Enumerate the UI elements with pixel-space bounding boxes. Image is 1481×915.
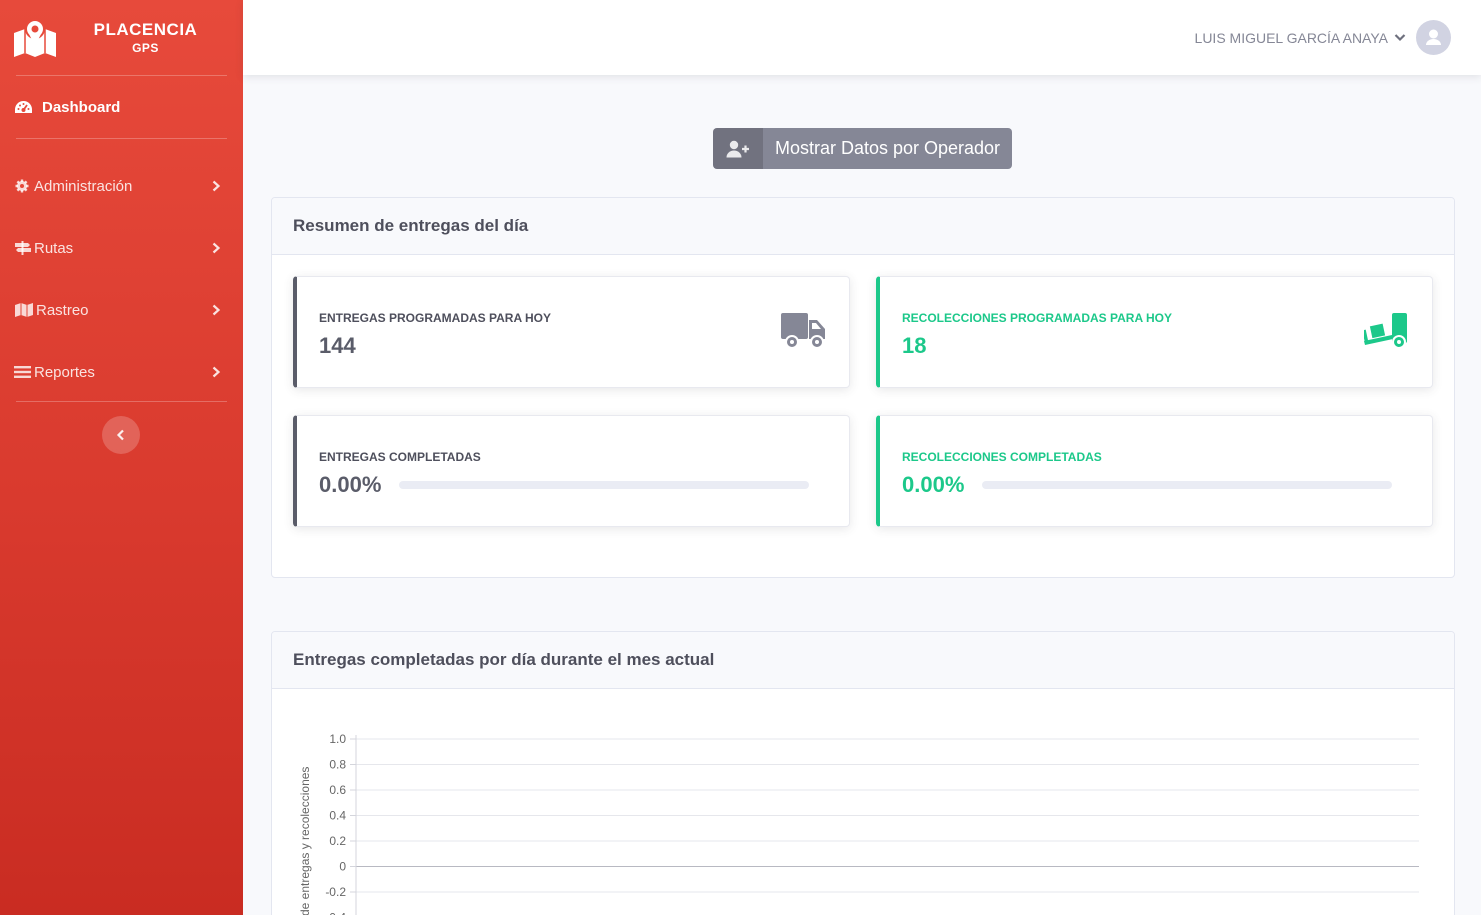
signs-icon	[15, 241, 31, 255]
sidebar-item-rastreo[interactable]: Rastreo	[0, 279, 243, 341]
y-tick-label: -0.2	[325, 885, 346, 899]
sidebar-item-reportes[interactable]: Reportes	[0, 341, 243, 403]
button-label: Mostrar Datos por Operador	[774, 138, 1001, 158]
sidebar-item-label: Administración	[34, 177, 133, 195]
line-chart: 1.0 0.8 0.6 0.4 0.2 0 -0.2 -0.4 de entregas y re…	[298, 732, 1419, 915]
sidebar-divider	[16, 401, 227, 402]
sidebar-item-label: Rastreo	[36, 301, 89, 319]
chevron-right-icon	[212, 366, 221, 378]
card-title: Resumen de entregas del día	[272, 198, 1454, 255]
chart-card: Entregas completadas por día durante el …	[271, 631, 1455, 915]
chevron-right-icon	[212, 304, 221, 316]
sidebar-item-administracion[interactable]: Administración	[0, 155, 243, 217]
brand-subtitle: GPS	[132, 40, 159, 55]
sidebar: PLACENCIA GPS Dashboard Administración R…	[0, 0, 243, 915]
sidebar-item-label: Reportes	[34, 363, 95, 381]
brand-name: PLACENCIA	[93, 19, 198, 39]
sidebar-toggle-button[interactable]	[101, 416, 140, 454]
dolly-icon	[1364, 313, 1407, 349]
sidebar-item-label: Rutas	[34, 239, 74, 257]
user-plus-icon	[726, 140, 749, 157]
map-icon	[15, 303, 33, 317]
sidebar-item-label: Dashboard	[42, 98, 121, 116]
show-operator-data-button[interactable]: Mostrar Datos por Operador	[713, 128, 1012, 169]
y-tick-label: 0.6	[329, 783, 346, 797]
truck-icon	[781, 313, 825, 349]
chevron-left-icon	[116, 429, 124, 441]
progress-bar	[982, 481, 1392, 489]
y-tick-label: 1.0	[329, 732, 346, 746]
y-tick-label: 0.8	[329, 758, 346, 772]
user-icon	[1426, 29, 1441, 45]
stat-value: 144	[319, 333, 356, 358]
brand[interactable]: PLACENCIA GPS	[0, 0, 243, 75]
stat-card-deliveries-completed: ENTREGAS COMPLETADAS 0.00%	[293, 415, 850, 527]
list-icon	[14, 366, 31, 378]
y-tick-label: 0.2	[329, 834, 346, 848]
stat-card-pickups-scheduled: RECOLECCIONES PROGRAMADAS PARA HOY 18	[876, 276, 1433, 388]
tachometer-icon	[15, 100, 32, 113]
y-axis-label: de entregas y recolecciones	[298, 767, 312, 915]
summary-card: Resumen de entregas del día ENTREGAS PRO…	[271, 197, 1455, 578]
stat-label: ENTREGAS COMPLETADAS	[319, 450, 481, 464]
y-tick-label: 0.4	[329, 809, 346, 823]
stat-label: RECOLECCIONES COMPLETADAS	[902, 450, 1102, 464]
chart-title: Entregas completadas por día durante el …	[272, 632, 1454, 689]
sidebar-item-rutas[interactable]: Rutas	[0, 217, 243, 279]
stat-value: 0.00%	[902, 472, 965, 497]
map-marker-logo-icon	[14, 18, 56, 57]
chevron-down-icon[interactable]	[1394, 33, 1406, 42]
y-tick-label: 0	[339, 860, 346, 874]
sidebar-item-dashboard[interactable]: Dashboard	[0, 76, 243, 138]
chevron-right-icon	[212, 180, 221, 192]
topbar: LUIS MIGUEL GARCÍA ANAYA	[243, 0, 1481, 75]
gear-icon	[15, 179, 29, 193]
y-tick-label: -0.4	[325, 911, 346, 915]
avatar[interactable]	[1416, 20, 1451, 55]
stat-label: ENTREGAS PROGRAMADAS PARA HOY	[319, 311, 552, 325]
user-name[interactable]: LUIS MIGUEL GARCÍA ANAYA	[1195, 30, 1388, 46]
stat-value: 18	[902, 333, 927, 358]
stat-label: RECOLECCIONES PROGRAMADAS PARA HOY	[902, 311, 1173, 325]
stat-card-pickups-completed: RECOLECCIONES COMPLETADAS 0.00%	[876, 415, 1433, 527]
chevron-right-icon	[212, 242, 221, 254]
progress-bar	[399, 481, 809, 489]
stat-value: 0.00%	[319, 472, 382, 497]
stat-card-deliveries-scheduled: ENTREGAS PROGRAMADAS PARA HOY 144	[293, 276, 850, 388]
